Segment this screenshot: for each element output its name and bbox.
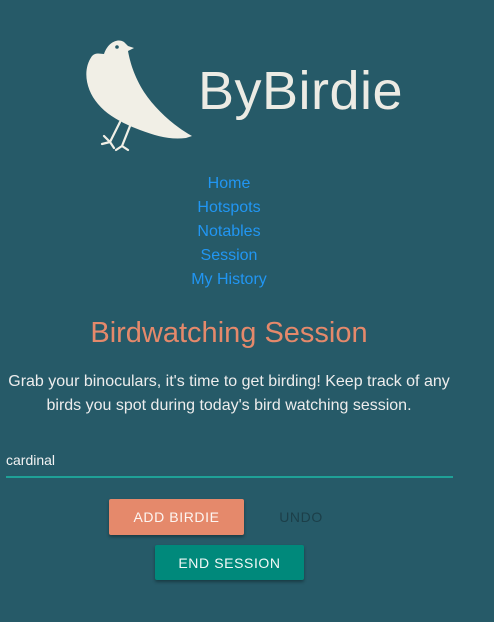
description-line-1: Grab your binoculars, it's time to get b…	[8, 373, 450, 390]
brand-title: ByBirdie	[198, 61, 404, 121]
nav-item-home[interactable]: Home	[0, 172, 458, 196]
bird-input-wrapper	[6, 444, 453, 480]
bird-name-input[interactable]	[6, 444, 453, 478]
add-birdie-button[interactable]: Add Birdie	[109, 499, 244, 535]
nav-item-notables[interactable]: Notables	[0, 220, 458, 244]
header: ByBirdie	[0, 0, 494, 160]
session-description: Grab your binoculars, it's time to get b…	[0, 370, 458, 418]
undo-button[interactable]: Undo	[262, 499, 340, 535]
end-session-button[interactable]: End Session	[155, 545, 304, 580]
nav-item-hotspots[interactable]: Hotspots	[0, 196, 458, 220]
nav-item-my-history[interactable]: My History	[0, 268, 458, 292]
nav-item-session[interactable]: Session	[0, 244, 458, 268]
description-line-2: birds you spot during today's bird watch…	[46, 397, 412, 414]
bird-icon	[86, 40, 192, 152]
page-title: Birdwatching Session	[90, 317, 368, 349]
main-nav: Home Hotspots Notables Session My Histor…	[0, 172, 458, 292]
